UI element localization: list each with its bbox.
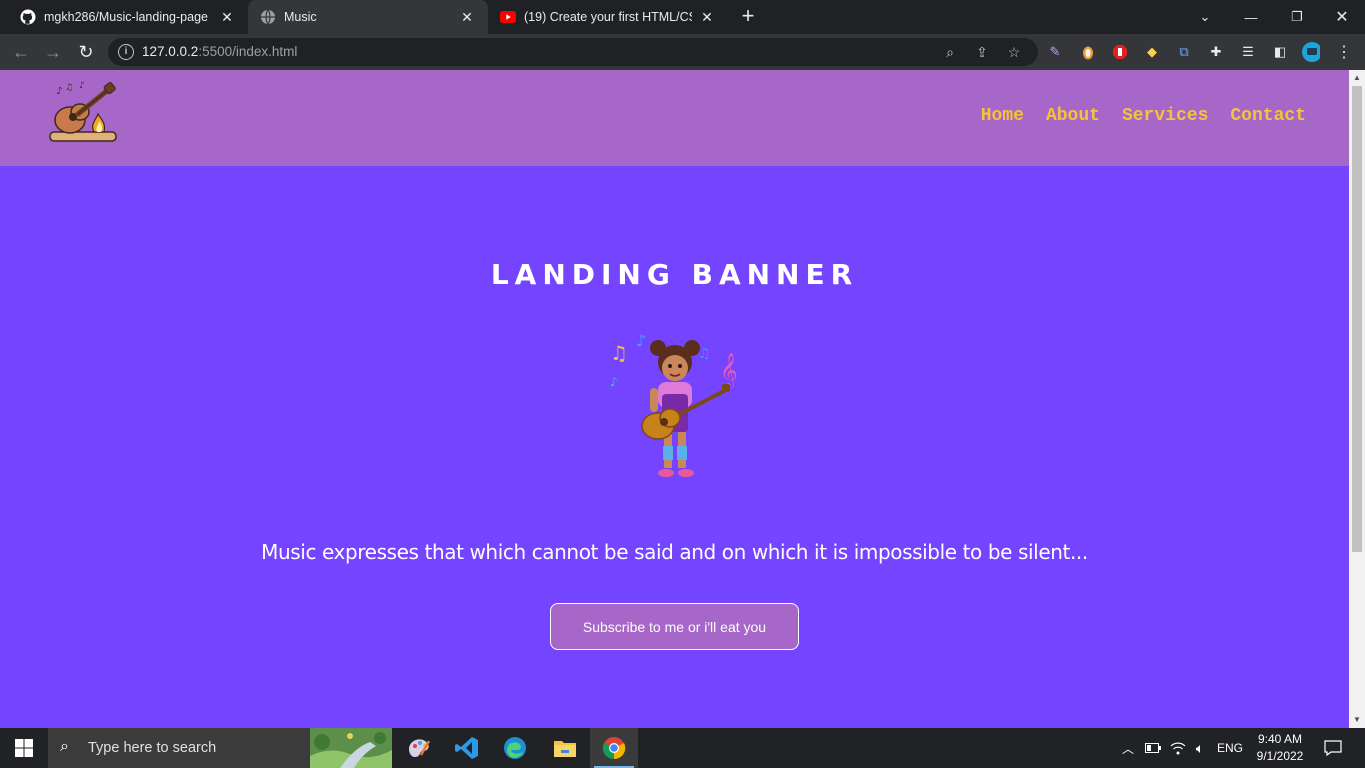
girl-with-guitar-illustration: ♫ ♪ ♪ ♫ 𝄞 xyxy=(606,328,744,484)
edge-app-icon[interactable] xyxy=(491,728,539,768)
scrollbar-thumb[interactable] xyxy=(1352,86,1362,552)
puzzle-extensions-icon[interactable]: ✚ xyxy=(1207,43,1225,61)
adblock-extension-icon[interactable] xyxy=(1111,43,1129,61)
banner-title: LANDING BANNER xyxy=(490,258,859,291)
tab-title: mgkh286/Music-landing-page xyxy=(44,10,208,24)
vscode-app-icon[interactable] xyxy=(443,728,491,768)
bookmark-star-icon[interactable]: ☆ xyxy=(1006,44,1022,60)
windows-taskbar: ⌕ Type here to search ︿ 🔈︎ ENG 9:40 AM 9… xyxy=(0,728,1365,768)
subscribe-button[interactable]: Subscribe to me or i'll eat you xyxy=(550,603,799,650)
search-placeholder: Type here to search xyxy=(88,740,217,756)
browser-toolbar: ← → ↻ i 127.0.0.2:5500/index.html ⌕ ⇪ ☆ … xyxy=(0,34,1365,70)
show-hidden-icons-chevron-icon[interactable]: ︿ xyxy=(1118,728,1138,768)
zoom-icon[interactable]: ⌕ xyxy=(942,44,958,60)
paint-app-icon[interactable] xyxy=(395,728,443,768)
svg-text:♪: ♪ xyxy=(56,86,62,97)
close-tab-icon[interactable]: ✕ xyxy=(698,9,716,26)
search-icon: ⌕ xyxy=(60,738,69,755)
tab-strip: mgkh286/Music-landing-page ✕ Music ✕ (19… xyxy=(0,0,1365,34)
site-header: ♪ ♫ ♪ Home About Services Contact xyxy=(0,70,1349,166)
nav-contact[interactable]: Contact xyxy=(1230,106,1306,126)
svg-text:♪: ♪ xyxy=(610,375,618,389)
scroll-up-arrow-icon[interactable]: ▲ xyxy=(1353,74,1361,82)
chrome-menu-icon[interactable]: ⋮ xyxy=(1335,43,1353,61)
pen-extension-icon[interactable]: ✎ xyxy=(1046,43,1064,61)
system-clock[interactable]: 9:40 AM 9/1/2022 xyxy=(1250,731,1310,765)
new-tab-button[interactable]: + xyxy=(736,5,760,29)
search-highlight-illustration xyxy=(310,728,392,768)
tab-music[interactable]: Music ✕ xyxy=(248,0,488,34)
svg-text:𝄞: 𝄞 xyxy=(720,353,738,389)
svg-text:♪: ♪ xyxy=(636,331,646,350)
restore-button[interactable]: ❐ xyxy=(1274,0,1320,34)
tab-title: (19) Create your first HTML/CSS p xyxy=(524,10,692,24)
close-tab-icon[interactable]: ✕ xyxy=(458,9,476,26)
tab-title: Music xyxy=(284,10,317,24)
scroll-down-arrow-icon[interactable]: ▼ xyxy=(1353,716,1361,724)
tab-youtube[interactable]: (19) Create your first HTML/CSS p ✕ xyxy=(488,0,728,34)
page-scrollbar[interactable]: ▲ ▼ xyxy=(1349,70,1365,728)
guitar-logo[interactable]: ♪ ♫ ♪ xyxy=(46,80,120,144)
svg-text:♫: ♫ xyxy=(65,83,73,93)
nav-about[interactable]: About xyxy=(1046,106,1100,126)
volume-icon[interactable]: 🔈︎ xyxy=(1190,728,1210,768)
wifi-icon[interactable] xyxy=(1166,728,1190,768)
tab-github[interactable]: mgkh286/Music-landing-page ✕ xyxy=(8,0,248,34)
colorzilla-extension-icon[interactable] xyxy=(1079,43,1097,61)
share-icon[interactable]: ⇪ xyxy=(974,44,990,60)
tab-search-icon[interactable]: ⌄ xyxy=(1182,0,1228,34)
side-panel-icon[interactable]: ◧ xyxy=(1271,43,1289,61)
site-info-icon[interactable]: i xyxy=(118,44,134,60)
forward-button[interactable]: → xyxy=(40,39,66,65)
clock-time: 9:40 AM xyxy=(1257,732,1303,746)
back-button[interactable]: ← xyxy=(8,39,34,65)
nav-services[interactable]: Services xyxy=(1122,106,1208,126)
windows-start-button[interactable] xyxy=(0,728,48,768)
page-viewport: ♪ ♫ ♪ Home About Services Contact LANDIN… xyxy=(0,70,1349,728)
clock-date: 9/1/2022 xyxy=(1256,749,1304,763)
music-quote: Music expresses that which cannot be sai… xyxy=(261,540,1088,564)
url-text[interactable]: 127.0.0.2:5500/index.html xyxy=(142,44,297,59)
chrome-app-icon[interactable] xyxy=(590,728,638,768)
ethereum-extension-icon[interactable]: ◆ xyxy=(1143,43,1161,61)
taskbar-search[interactable]: ⌕ Type here to search xyxy=(48,728,392,768)
reading-list-icon[interactable]: ☰ xyxy=(1239,43,1257,61)
translate-extension-icon[interactable]: ⧉ xyxy=(1175,43,1193,61)
battery-icon[interactable] xyxy=(1142,728,1164,768)
close-window-button[interactable]: ✕ xyxy=(1319,0,1365,34)
close-tab-icon[interactable]: ✕ xyxy=(218,9,236,26)
nav-home[interactable]: Home xyxy=(981,106,1024,126)
reload-button[interactable]: ↻ xyxy=(73,39,99,65)
language-indicator[interactable]: ENG xyxy=(1214,728,1246,768)
svg-text:♫: ♫ xyxy=(610,341,628,365)
file-explorer-app-icon[interactable] xyxy=(541,728,589,768)
globe-icon xyxy=(260,9,276,25)
minimize-button[interactable]: ― xyxy=(1228,0,1274,34)
svg-text:♪: ♪ xyxy=(79,81,85,91)
notification-center-icon[interactable] xyxy=(1318,728,1348,768)
profile-avatar[interactable] xyxy=(1302,42,1320,62)
youtube-icon xyxy=(500,9,516,25)
github-icon xyxy=(20,9,36,25)
main-nav: Home About Services Contact xyxy=(981,106,1306,126)
address-bar[interactable]: i 127.0.0.2:5500/index.html ⌕ ⇪ ☆ xyxy=(108,38,1038,66)
